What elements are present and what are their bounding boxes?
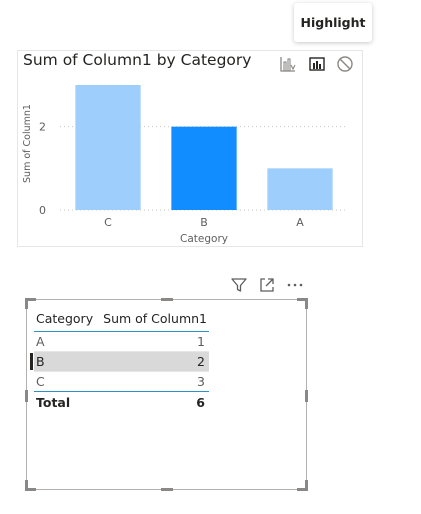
table-header-row: Category Sum of Column1 xyxy=(34,305,209,332)
table-visual[interactable]: Category Sum of Column1 A 1 B 2 C 3 Tota… xyxy=(25,298,308,491)
bar-chart-visual[interactable]: Sum of Column1 by Category 02C B A Categ… xyxy=(17,50,363,247)
x-tick-label: C xyxy=(104,216,112,229)
column-header-category[interactable]: Category xyxy=(34,311,98,326)
value-cell: 1 xyxy=(197,334,205,349)
resize-handle-bottom-right[interactable] xyxy=(297,480,308,491)
table-visual-toolbar xyxy=(228,274,318,296)
category-cell: C xyxy=(36,374,45,389)
category-cell: B xyxy=(36,354,45,369)
resize-handle-top-right[interactable] xyxy=(297,298,308,309)
selection-marker xyxy=(30,353,33,370)
value-cell: 2 xyxy=(197,354,205,369)
total-label: Total xyxy=(36,394,71,410)
y-tick-label: 0 xyxy=(39,204,46,217)
bar-b[interactable] xyxy=(171,126,237,210)
table-row[interactable]: C 3 xyxy=(34,372,209,392)
column-header-sum[interactable]: Sum of Column1 xyxy=(98,311,209,326)
x-tick-label: B xyxy=(200,216,208,229)
resize-handle-bottom[interactable] xyxy=(161,488,173,491)
resize-handle-left[interactable] xyxy=(25,390,28,402)
bar-c[interactable] xyxy=(75,85,141,210)
value-cell: 3 xyxy=(197,374,205,389)
table-row-selected[interactable]: B 2 xyxy=(30,352,209,372)
x-axis-title: Category xyxy=(180,233,228,245)
category-cell: A xyxy=(36,334,45,349)
bar-chart-plot: 0 2 C B A Category Sum of Column1 xyxy=(22,85,348,245)
data-table: Category Sum of Column1 A 1 B 2 C 3 Tota… xyxy=(30,305,209,412)
resize-handle-top[interactable] xyxy=(161,298,173,301)
highlight-tooltip: Highlight xyxy=(294,3,372,42)
y-axis-title: Sum of Column1 xyxy=(22,104,33,183)
focus-mode-icon[interactable] xyxy=(256,274,278,296)
more-options-icon[interactable] xyxy=(284,274,306,296)
total-value: 6 xyxy=(196,394,205,410)
table-row[interactable]: A 1 xyxy=(34,332,209,352)
resize-handle-bottom-left[interactable] xyxy=(25,480,36,491)
x-tick-label: A xyxy=(296,216,304,229)
filter-icon[interactable] xyxy=(228,274,250,296)
resize-handle-right[interactable] xyxy=(305,390,308,402)
y-tick-label: 2 xyxy=(39,121,46,134)
table-total-row: Total 6 xyxy=(34,392,209,412)
bar-a[interactable] xyxy=(267,168,333,210)
